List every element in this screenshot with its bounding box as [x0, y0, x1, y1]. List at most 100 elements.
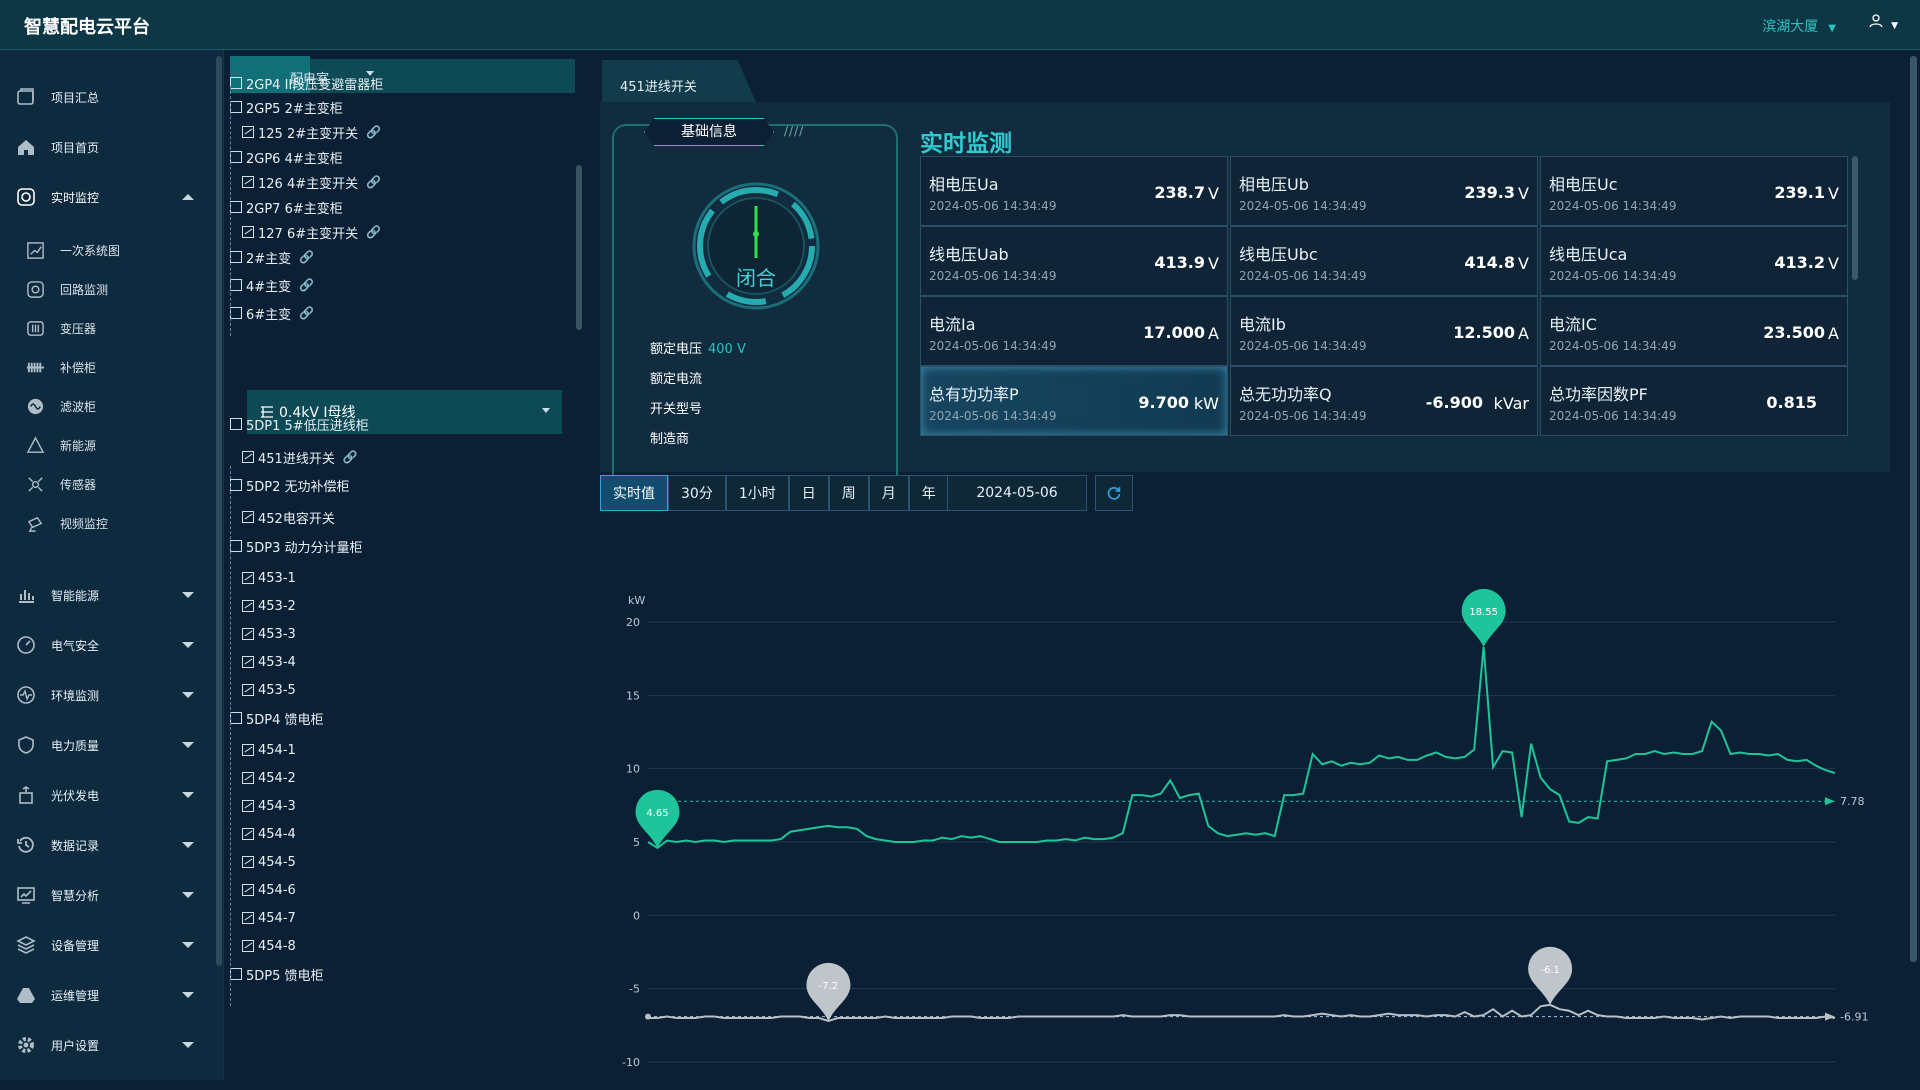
sidebar-sub-sensor[interactable]: 传感器 — [0, 468, 210, 500]
realtime-cell[interactable]: 电流IC 2024-05-06 14:34:49 23.500 A — [1540, 296, 1848, 366]
metric-time: 2024-05-06 14:34:49 — [1239, 199, 1367, 213]
tree-node[interactable]: 454-5 — [242, 852, 296, 872]
tree-node[interactable]: 453-5 — [242, 680, 296, 700]
sidebar-sub-capacitor[interactable]: 补偿柜 — [0, 351, 210, 383]
date-picker[interactable]: 2024-05-06 — [947, 475, 1087, 511]
sidebar-item-quality[interactable]: 电力质量 — [0, 725, 210, 765]
range-button[interactable]: 年 — [908, 475, 949, 511]
sidebar-item-energy[interactable]: 智能能源 — [0, 575, 210, 615]
tree-node[interactable]: 453-1 — [242, 568, 296, 588]
sidebar-sub-newenergy[interactable]: 新能源 — [0, 429, 210, 461]
link-icon[interactable]: 🔗 — [343, 450, 358, 464]
tree-node[interactable]: 452电容开关 — [242, 507, 335, 527]
realtime-cell[interactable]: 总有功功率P 2024-05-06 14:34:49 9.700 kW — [920, 366, 1228, 436]
sidebar-item-realtime[interactable]: 实时监控 — [0, 177, 210, 217]
tree-node[interactable]: 454-4 — [242, 824, 296, 844]
tree-node[interactable]: 2#主变 🔗 — [230, 247, 314, 267]
sidebar-item-analysis[interactable]: 智慧分析 — [0, 875, 210, 915]
chevron-down-icon: ▼ — [1828, 23, 1836, 34]
realtime-cell[interactable]: 电流Ib 2024-05-06 14:34:49 12.500 A — [1230, 296, 1538, 366]
link-icon[interactable]: 🔗 — [366, 225, 381, 239]
tree-node[interactable]: 453-3 — [242, 624, 296, 644]
tree-node[interactable]: 454-3 — [242, 796, 296, 816]
sidebar-sub-transformer[interactable]: 变压器 — [0, 312, 210, 344]
realtime-cell[interactable]: 相电压Ua 2024-05-06 14:34:49 238.7 V — [920, 156, 1228, 226]
realtime-cell[interactable]: 相电压Ub 2024-05-06 14:34:49 239.3 V — [1230, 156, 1538, 226]
tree-node[interactable]: 453-2 — [242, 596, 296, 616]
user-icon — [1868, 14, 1883, 28]
tab-451-switch[interactable]: 451进线开关 — [602, 60, 756, 102]
chevron-down-icon — [542, 408, 550, 413]
sidebar-item-home[interactable]: 项目首页 — [0, 127, 210, 167]
tree-node[interactable]: 454-6 — [242, 880, 296, 900]
tree-node[interactable]: 454-8 — [242, 936, 296, 956]
tree-node-label: 451进线开关 — [258, 451, 335, 467]
tree-node[interactable]: ▲5DP3 动力分计量柜 — [230, 536, 363, 556]
realtime-cell[interactable]: 电流Ia 2024-05-06 14:34:49 17.000 A — [920, 296, 1228, 366]
sidebar-item-user-settings[interactable]: 用户设置 — [0, 1025, 210, 1065]
tree-node[interactable]: 6#主变 🔗 — [230, 303, 314, 323]
tree-node[interactable]: 453-4 — [242, 652, 296, 672]
sidebar-sub-video[interactable]: 视频监控 — [0, 507, 210, 539]
realtime-cell[interactable]: 线电压Uab 2024-05-06 14:34:49 413.9 V — [920, 226, 1228, 296]
range-button[interactable]: 30分 — [668, 475, 726, 511]
link-icon[interactable]: 🔗 — [299, 278, 314, 292]
loop-icon — [24, 278, 46, 300]
sidebar-item-records[interactable]: 数据记录 — [0, 825, 210, 865]
realtime-scrollbar[interactable] — [1852, 156, 1858, 280]
sidebar-item-environment[interactable]: 环境监测 — [0, 675, 210, 715]
tree-node[interactable]: 454-1 — [242, 740, 296, 760]
sidebar-item-devices[interactable]: 设备管理 — [0, 925, 210, 965]
range-button[interactable]: 日 — [788, 475, 829, 511]
pulse-icon — [15, 684, 37, 706]
sidebar-sub-loop[interactable]: 回路监测 — [0, 273, 210, 305]
tree-node[interactable]: 454-2 — [242, 768, 296, 788]
link-icon[interactable]: 🔗 — [366, 175, 381, 189]
range-button[interactable]: 1小时 — [725, 475, 789, 511]
realtime-cell[interactable]: 线电压Uca 2024-05-06 14:34:49 413.2 V — [1540, 226, 1848, 296]
sidebar-sub-diagram[interactable]: 一次系统图 — [0, 234, 210, 266]
range-button[interactable]: 月 — [868, 475, 909, 511]
realtime-cell[interactable]: 线电压Ubc 2024-05-06 14:34:49 414.8 V — [1230, 226, 1538, 296]
building-selector[interactable]: 滨湖大厦 ▼ — [1762, 16, 1836, 36]
link-icon[interactable]: 🔗 — [299, 306, 314, 320]
sidebar-item-summary[interactable]: 项目汇总 — [0, 77, 210, 117]
tree-node[interactable]: ▲5DP2 无功补偿柜 — [230, 475, 350, 495]
tree-node[interactable]: ▲2GP5 2#主变柜 — [230, 97, 343, 117]
tree-node[interactable]: ▲2GP7 6#主变柜 — [230, 197, 343, 217]
refresh-button[interactable] — [1095, 475, 1133, 511]
tree-node[interactable]: ▲5DP1 5#低压进线柜 — [230, 414, 369, 434]
tree-node[interactable]: 127 6#主变开关 🔗 — [242, 222, 381, 242]
range-button[interactable]: 周 — [828, 475, 869, 511]
tree-node[interactable]: 451进线开关 🔗 — [242, 447, 358, 467]
link-icon[interactable]: 🔗 — [366, 125, 381, 139]
switch-icon — [242, 744, 254, 756]
range-button[interactable]: 实时值 — [600, 475, 668, 511]
sidebar-sub-label: 新能源 — [60, 438, 97, 453]
sidebar-scrollbar[interactable] — [216, 56, 222, 966]
tree-scrollbar[interactable] — [576, 165, 582, 330]
tree-node[interactable]: ▲2GP6 4#主变柜 — [230, 147, 343, 167]
user-menu[interactable]: ▼ — [1868, 14, 1898, 32]
sidebar-sub-filter[interactable]: 滤波柜 — [0, 390, 210, 422]
sidebar-item-solar[interactable]: 光伏发电 — [0, 775, 210, 815]
basic-info-title: 基础信息 — [644, 118, 774, 146]
realtime-cell[interactable]: 相电压Uc 2024-05-06 14:34:49 239.1 V — [1540, 156, 1848, 226]
tree-node[interactable]: 126 4#主变开关 🔗 — [242, 172, 381, 192]
metric-value: -6.900 — [1425, 393, 1483, 412]
tree-node[interactable]: ▲5DP4 馈电柜 — [230, 708, 324, 728]
info-label: 开关型号 — [650, 402, 703, 417]
tree-node[interactable]: 125 2#主变开关 🔗 — [242, 122, 381, 142]
tree-node[interactable]: 2GP4 II段压变避雷器柜 — [230, 73, 383, 93]
realtime-cell[interactable]: 总无功功率Q 2024-05-06 14:34:49 -6.900 kVar — [1230, 366, 1538, 436]
sidebar-item-ops[interactable]: 运维管理 — [0, 975, 210, 1015]
tree-node[interactable]: 454-7 — [242, 908, 296, 928]
metric-name: 电流Ib — [1239, 315, 1286, 334]
tree-node[interactable]: ▲5DP5 馈电柜 — [230, 964, 324, 984]
sidebar-item-safety[interactable]: 电气安全 — [0, 625, 210, 665]
page-scrollbar[interactable] — [1910, 56, 1917, 962]
tree-node[interactable]: 4#主变 🔗 — [230, 275, 314, 295]
realtime-cell[interactable]: 总功率因数PF 2024-05-06 14:34:49 0.815 — [1540, 366, 1848, 436]
link-icon[interactable]: 🔗 — [299, 250, 314, 264]
title-deco: //// — [784, 124, 805, 138]
